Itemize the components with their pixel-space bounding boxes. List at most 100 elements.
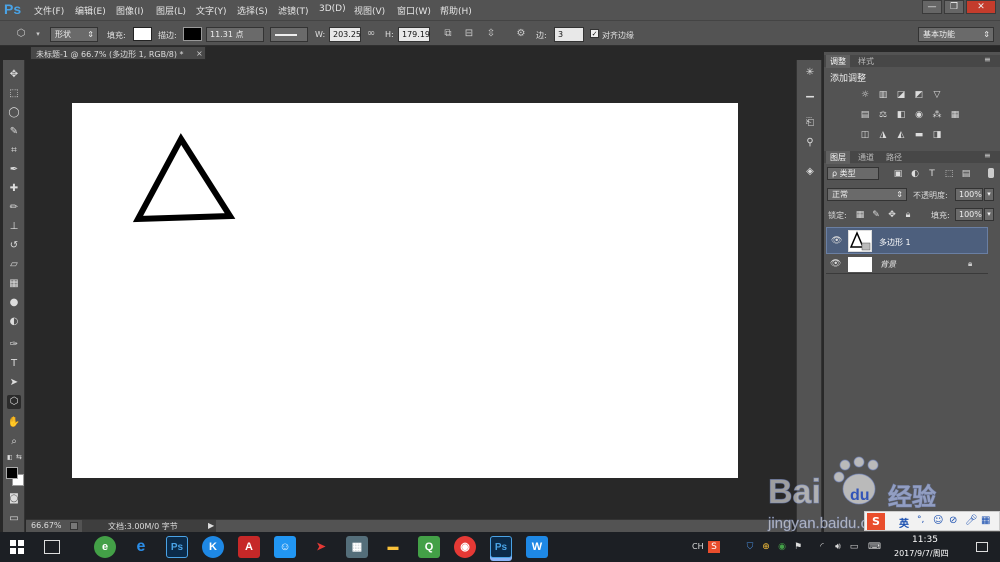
stroke-type-select[interactable] bbox=[270, 27, 308, 42]
marquee-tool-icon[interactable]: ⬚ bbox=[7, 87, 21, 101]
tab-styles[interactable]: 样式 bbox=[854, 55, 878, 68]
menu-help[interactable]: 帮助(H) bbox=[440, 4, 472, 17]
zoom-level[interactable]: 66.67% bbox=[31, 521, 62, 530]
path-operations-icon[interactable]: ⧉ bbox=[442, 28, 454, 40]
filter-smart-object-icon[interactable]: ▤ bbox=[960, 169, 972, 179]
fill-dropdown-icon[interactable]: ▾ bbox=[984, 208, 994, 221]
security-icon[interactable]: ◉ bbox=[776, 541, 788, 553]
clone-stamp-tool-icon[interactable]: ⊥ bbox=[7, 220, 21, 234]
status-menu-arrow-icon[interactable]: ▶ bbox=[208, 521, 214, 530]
color-balance-icon[interactable]: ⚖ bbox=[877, 110, 889, 120]
move-tool-icon[interactable]: ✥ bbox=[7, 68, 21, 82]
document-canvas[interactable] bbox=[72, 103, 738, 478]
iqiyi-icon[interactable]: Q bbox=[418, 536, 440, 558]
gear-icon[interactable]: ⚙ bbox=[515, 28, 527, 40]
tab-layers[interactable]: 图层 bbox=[826, 151, 850, 164]
path-arrangement-icon[interactable]: ⇳ bbox=[485, 28, 497, 40]
kugou-icon[interactable]: K bbox=[202, 536, 224, 558]
video-app-icon[interactable]: ▦ bbox=[346, 536, 368, 558]
workspace-select[interactable]: 基本功能 ⇕ bbox=[918, 27, 994, 42]
triangle-shape[interactable] bbox=[132, 133, 236, 223]
chevron-down-icon[interactable]: ▾ bbox=[32, 28, 44, 40]
plus-icon[interactable]: ⊕ bbox=[760, 541, 772, 553]
brightness-contrast-icon[interactable]: ☼ bbox=[859, 90, 871, 100]
tab-adjustments[interactable]: 调整 bbox=[826, 55, 850, 68]
punctuation-icon[interactable]: °, bbox=[917, 515, 924, 525]
eye-icon[interactable]: 👁︎ bbox=[831, 236, 842, 246]
filter-pixel-icon[interactable]: ▣ bbox=[892, 169, 904, 179]
layer-filter-select[interactable]: ρ 类型 bbox=[827, 167, 879, 180]
restore-button[interactable]: ❐ bbox=[944, 0, 964, 14]
opacity-field[interactable]: 100% bbox=[955, 188, 983, 201]
clock-date[interactable]: 2017/9/7/周四 bbox=[894, 548, 949, 559]
lock-image-icon[interactable]: ✎ bbox=[870, 210, 882, 220]
gradient-tool-icon[interactable]: ▦ bbox=[7, 277, 21, 291]
path-selection-tool-icon[interactable]: ➤ bbox=[7, 376, 21, 390]
posterize-icon[interactable]: ◮ bbox=[877, 130, 889, 140]
filter-type-icon[interactable]: T bbox=[926, 169, 938, 179]
fill-swatch[interactable] bbox=[133, 27, 152, 41]
menu-3d[interactable]: 3D(D) bbox=[319, 4, 346, 14]
task-view-icon[interactable] bbox=[44, 540, 60, 554]
polygon-tool-preset-icon[interactable]: ⬡ bbox=[15, 28, 27, 40]
blend-mode-select[interactable]: 正常 ⇕ bbox=[827, 188, 907, 201]
selective-color-icon[interactable]: ◨ bbox=[931, 130, 943, 140]
panel-menu-icon[interactable]: ≡ bbox=[984, 55, 991, 64]
menu-view[interactable]: 视图(V) bbox=[354, 4, 385, 17]
notification-icon[interactable] bbox=[976, 542, 988, 552]
clock-time[interactable]: 11:35 bbox=[912, 535, 938, 545]
start-button[interactable] bbox=[10, 540, 24, 554]
panel-menu-icon[interactable]: ≡ bbox=[984, 151, 991, 160]
lock-position-icon[interactable]: ✥ bbox=[886, 210, 898, 220]
threshold-icon[interactable]: ◭ bbox=[895, 130, 907, 140]
blur-tool-icon[interactable]: ● bbox=[7, 296, 21, 310]
minimize-button[interactable]: — bbox=[922, 0, 942, 14]
word-app-icon[interactable]: W bbox=[526, 536, 548, 558]
curves-icon[interactable]: ◪ bbox=[895, 90, 907, 100]
eraser-tool-icon[interactable]: ▱ bbox=[7, 258, 21, 272]
filter-toggle[interactable] bbox=[988, 168, 994, 178]
lock-all-icon[interactable]: 🔒︎ bbox=[902, 210, 914, 220]
stroke-swatch[interactable] bbox=[183, 27, 202, 41]
lasso-tool-icon[interactable]: ◯ bbox=[7, 106, 21, 120]
menu-file[interactable]: 文件(F) bbox=[34, 4, 64, 17]
screen-mode-icon[interactable]: ▭ bbox=[7, 512, 21, 526]
menu-window[interactable]: 窗口(W) bbox=[397, 4, 431, 17]
swap-colors-icon[interactable]: ⇆ bbox=[16, 453, 24, 461]
align-edges-checkbox[interactable]: ✓ bbox=[590, 29, 599, 38]
emoji-icon[interactable]: ☺ bbox=[933, 515, 943, 526]
qq-icon[interactable]: ☺ bbox=[274, 536, 296, 558]
flag-icon[interactable]: ⚑ bbox=[792, 541, 804, 553]
brush-tool-icon[interactable]: ✏ bbox=[7, 201, 21, 215]
ime-mode[interactable]: 英 bbox=[899, 515, 909, 530]
polygon-tool-icon[interactable]: ⬡ bbox=[7, 395, 21, 409]
invert-icon[interactable]: ◫ bbox=[859, 130, 871, 140]
hue-saturation-icon[interactable]: ▤ bbox=[859, 110, 871, 120]
history-icon[interactable]: ⎗ bbox=[803, 116, 817, 130]
default-colors-icon[interactable]: ◧ bbox=[7, 454, 15, 462]
file-explorer-icon[interactable]: ▬ bbox=[382, 536, 404, 558]
history-brush-tool-icon[interactable]: ↺ bbox=[7, 239, 21, 253]
battery-icon[interactable]: ▭ bbox=[848, 541, 860, 553]
arrow-app-icon[interactable]: ➤ bbox=[310, 536, 332, 558]
app-360-icon[interactable]: e bbox=[94, 536, 116, 558]
stroke-width-field[interactable]: 11.31 点 bbox=[206, 27, 264, 42]
gradient-map-icon[interactable]: ▬ bbox=[913, 130, 925, 140]
status-icon[interactable] bbox=[70, 522, 78, 530]
black-white-icon[interactable]: ◧ bbox=[895, 110, 907, 120]
document-tab[interactable]: 未标题-1 @ 66.7% (多边形 1, RGB/8) * × bbox=[30, 46, 206, 60]
toolbox-icon[interactable]: ▦ bbox=[981, 515, 990, 526]
link-icon[interactable]: ∞ bbox=[365, 28, 377, 40]
foreground-color-swatch[interactable] bbox=[6, 467, 18, 479]
crop-tool-icon[interactable]: ⌗ bbox=[7, 144, 21, 158]
filter-shape-icon[interactable]: ⬚ bbox=[943, 169, 955, 179]
layer-row-polygon[interactable]: 👁︎ 多边形 1 bbox=[826, 227, 988, 254]
channel-mixer-icon[interactable]: ⁂ bbox=[931, 110, 943, 120]
internet-explorer-icon[interactable]: e bbox=[130, 536, 152, 558]
quick-mask-icon[interactable]: ◙ bbox=[7, 492, 21, 506]
menu-edit[interactable]: 编辑(E) bbox=[75, 4, 106, 17]
pen-tool-icon[interactable]: ✑ bbox=[7, 338, 21, 352]
quick-selection-tool-icon[interactable]: ✎ bbox=[7, 125, 21, 139]
acrobat-icon[interactable]: A bbox=[238, 536, 260, 558]
chrome-icon[interactable]: ◉ bbox=[454, 536, 476, 558]
